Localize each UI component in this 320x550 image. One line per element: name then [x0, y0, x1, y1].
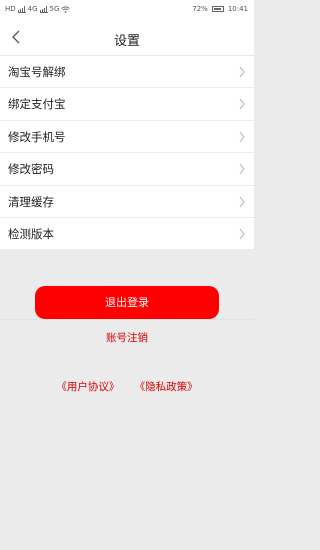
signal-icon: [17, 5, 26, 13]
wifi-icon: [61, 5, 71, 13]
chevron-right-icon: [239, 66, 245, 78]
chevron-right-icon: [239, 163, 245, 175]
battery-percent: 72%: [192, 5, 208, 13]
hd-indicator: HD: [5, 5, 16, 13]
settings-item-label: 修改手机号: [8, 129, 66, 144]
settings-item-label: 绑定支付宝: [8, 97, 66, 112]
divider: [0, 319, 254, 320]
nav-bar: 设置: [0, 20, 254, 56]
clock: 10:41: [227, 5, 248, 13]
network-4g-indicator: 4G: [27, 5, 38, 13]
settings-item-bind-alipay[interactable]: 绑定支付宝: [0, 88, 254, 121]
status-left: HD 4G 5G: [5, 5, 71, 13]
chevron-right-icon: [239, 228, 245, 240]
status-right: 72% 10:41: [192, 5, 248, 13]
settings-item-change-phone[interactable]: 修改手机号: [0, 121, 254, 154]
agreements: 《用户协议》 《隐私政策》: [0, 379, 254, 394]
chevron-right-icon: [239, 99, 245, 110]
settings-item-change-password[interactable]: 修改密码: [0, 153, 254, 186]
battery-icon: [211, 6, 224, 12]
status-bar: HD 4G 5G 72% 10:41: [0, 0, 254, 20]
settings-list: 淘宝号解绑 绑定支付宝 修改手机号 修改密码 清理缓存 检测版本: [0, 56, 254, 251]
settings-item-unbind-taobao[interactable]: 淘宝号解绑: [0, 56, 254, 89]
chevron-right-icon: [239, 131, 245, 143]
privacy-policy-link[interactable]: 《隐私政策》: [135, 381, 198, 393]
page-title: 设置: [113, 34, 140, 49]
settings-item-label: 检测版本: [8, 226, 54, 241]
chevron-right-icon: [239, 196, 245, 207]
network-5g-indicator: 5G: [49, 5, 60, 13]
settings-item-check-version[interactable]: 检测版本: [0, 218, 254, 251]
signal-icon-2: [39, 5, 48, 13]
settings-item-label: 清理缓存: [8, 194, 54, 209]
settings-item-label: 修改密码: [8, 162, 54, 177]
cancel-account-link[interactable]: 账号注销: [0, 330, 254, 345]
user-agreement-link[interactable]: 《用户协议》: [56, 381, 119, 393]
logout-button[interactable]: 退出登录: [35, 286, 219, 319]
settings-item-clear-cache[interactable]: 清理缓存: [0, 186, 254, 218]
settings-item-label: 淘宝号解绑: [8, 65, 66, 79]
